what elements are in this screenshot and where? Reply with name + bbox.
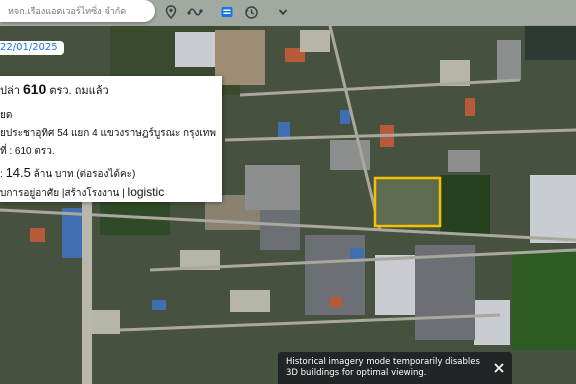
listing-usage-tag: logistic	[127, 185, 165, 199]
listing-price-suffix: ล้าน บาท (ต่อรองได้คะ)	[30, 169, 136, 180]
listing-area-value: 610	[22, 81, 47, 97]
listing-area: ที่ : 610 ตรว.	[0, 146, 55, 157]
imagery-date: 22/01/2025	[0, 41, 64, 55]
listing-usage: บการอยู่อาศัย |สร้างโรงงาน | logistic	[0, 185, 164, 201]
listing-info-card: ปล่า 610 ตรว. ถมแล้ว ยด ยประชาอุทิศ 54 แ…	[0, 76, 222, 202]
history-icon[interactable]	[240, 1, 262, 23]
listing-address: ยประชาอุทิศ 54 แยก 4 แขวงราษฎร์บูรณะ กรุ…	[0, 128, 216, 139]
location-pin-icon[interactable]	[160, 1, 182, 23]
search-text: หจก.เรืองแอดเวอร์ไทซิ่ง จำกัด	[8, 7, 127, 17]
listing-title-prefix: ปล่า	[0, 85, 23, 97]
toast-message: Historical imagery mode temporarily disa…	[286, 357, 480, 378]
listing-price-value: 14.5	[5, 165, 31, 180]
route-icon[interactable]	[184, 1, 206, 23]
close-icon[interactable]	[492, 360, 506, 374]
listing-usage-text: บการอยู่อาศัย |สร้างโรงงาน |	[0, 188, 128, 199]
chevron-down-icon[interactable]	[272, 1, 294, 23]
search-box[interactable]: หจก.เรืองแอดเวอร์ไทซิ่ง จำกัด	[0, 0, 155, 22]
listing-line-2: ยด	[0, 110, 13, 121]
listing-price: : 14.5 ล้าน บาท (ต่อรองได้คะ)	[0, 165, 135, 182]
street-view-icon[interactable]	[216, 1, 238, 23]
listing-title-suffix: ตรว. ถมแล้ว	[46, 85, 109, 97]
listing-title: ปล่า 610 ตรว. ถมแล้ว	[0, 81, 109, 99]
notification-toast: Historical imagery mode temporarily disa…	[278, 352, 512, 384]
land-parcel-highlight[interactable]	[373, 176, 442, 228]
